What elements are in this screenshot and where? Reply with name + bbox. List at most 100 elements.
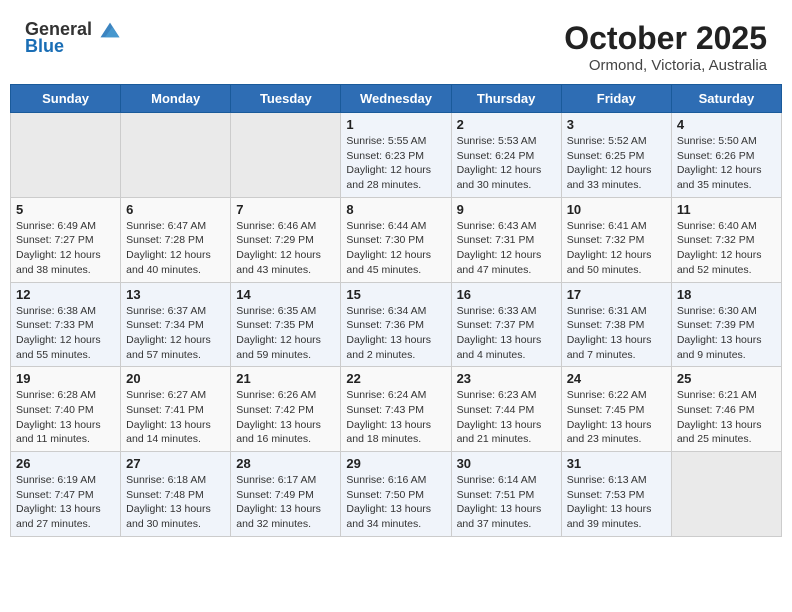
day-number: 18 [677,287,776,302]
day-number: 3 [567,117,666,132]
calendar-cell: 24 Sunrise: 6:22 AMSunset: 7:45 PMDayligh… [561,367,671,452]
day-info: Sunrise: 6:43 AMSunset: 7:31 PMDaylight:… [457,219,556,278]
calendar-cell: 2 Sunrise: 5:53 AMSunset: 6:24 PMDaylight… [451,113,561,198]
day-number: 26 [16,456,115,471]
day-info: Sunrise: 6:47 AMSunset: 7:28 PMDaylight:… [126,219,225,278]
day-number: 30 [457,456,556,471]
calendar-cell: 8Sunrise: 6:44 AMSunset: 7:30 PMDaylight… [341,197,451,282]
day-info: Sunrise: 5:52 AMSunset: 6:25 PMDaylight:… [567,134,666,193]
logo-blue-text [92,19,121,39]
calendar-week-row: 26 Sunrise: 6:19 AMSunset: 7:47 PMDayligh… [11,452,782,537]
day-number: 12 [16,287,115,302]
day-info: Sunrise: 6:33 AMSunset: 7:37 PMDaylight:… [457,304,556,363]
col-header-saturday: Saturday [671,85,781,113]
day-info: Sunrise: 6:34 AMSunset: 7:36 PMDaylight:… [346,304,445,363]
calendar-week-row: 12 Sunrise: 6:38 AMSunset: 7:33 PMDayligh… [11,282,782,367]
day-info: Sunrise: 5:53 AMSunset: 6:24 PMDaylight:… [457,134,556,193]
day-number: 5 [16,202,115,217]
calendar-cell: 11Sunrise: 6:40 AMSunset: 7:32 PMDayligh… [671,197,781,282]
day-info: Sunrise: 6:17 AMSunset: 7:49 PMDaylight:… [236,473,335,532]
calendar-cell [11,113,121,198]
day-info: Sunrise: 6:16 AMSunset: 7:50 PMDaylight:… [346,473,445,532]
day-info: Sunrise: 6:49 AMSunset: 7:27 PMDaylight:… [16,219,115,278]
calendar-cell: 31 Sunrise: 6:13 AMSunset: 7:53 PMDayligh… [561,452,671,537]
calendar-week-row: 19Sunrise: 6:28 AMSunset: 7:40 PMDayligh… [11,367,782,452]
day-number: 6 [126,202,225,217]
title-block: October 2025 Ormond, Victoria, Australia [564,20,767,74]
day-info: Sunrise: 6:22 AMSunset: 7:45 PMDaylight:… [567,388,666,447]
calendar-week-row: 1 Sunrise: 5:55 AMSunset: 6:23 PMDaylight… [11,113,782,198]
day-info: Sunrise: 6:18 AMSunset: 7:48 PMDaylight:… [126,473,225,532]
day-number: 7 [236,202,335,217]
day-number: 25 [677,371,776,386]
page-header: General Blue October 2025 Ormond, Victor… [10,10,782,79]
day-info: Sunrise: 6:24 AMSunset: 7:43 PMDaylight:… [346,388,445,447]
calendar-cell: 25 Sunrise: 6:21 AMSunset: 7:46 PMDayligh… [671,367,781,452]
day-info: Sunrise: 5:50 AMSunset: 6:26 PMDaylight:… [677,134,776,193]
calendar-cell: 16 Sunrise: 6:33 AMSunset: 7:37 PMDayligh… [451,282,561,367]
day-number: 22 [346,371,445,386]
calendar-cell: 27 Sunrise: 6:18 AMSunset: 7:48 PMDayligh… [121,452,231,537]
day-number: 16 [457,287,556,302]
calendar-week-row: 5 Sunrise: 6:49 AMSunset: 7:27 PMDaylight… [11,197,782,282]
col-header-thursday: Thursday [451,85,561,113]
calendar-cell: 28 Sunrise: 6:17 AMSunset: 7:49 PMDayligh… [231,452,341,537]
calendar-cell: 23 Sunrise: 6:23 AMSunset: 7:44 PMDayligh… [451,367,561,452]
day-info: Sunrise: 6:37 AMSunset: 7:34 PMDaylight:… [126,304,225,363]
col-header-monday: Monday [121,85,231,113]
day-info: Sunrise: 6:44 AMSunset: 7:30 PMDaylight:… [346,219,445,278]
day-number: 13 [126,287,225,302]
day-number: 10 [567,202,666,217]
day-number: 9 [457,202,556,217]
day-number: 31 [567,456,666,471]
day-number: 21 [236,371,335,386]
day-number: 2 [457,117,556,132]
day-info: Sunrise: 6:35 AMSunset: 7:35 PMDaylight:… [236,304,335,363]
logo: General Blue [25,20,121,57]
col-header-friday: Friday [561,85,671,113]
calendar-cell: 6 Sunrise: 6:47 AMSunset: 7:28 PMDaylight… [121,197,231,282]
day-number: 24 [567,371,666,386]
calendar-cell: 22 Sunrise: 6:24 AMSunset: 7:43 PMDayligh… [341,367,451,452]
calendar-cell: 3 Sunrise: 5:52 AMSunset: 6:25 PMDaylight… [561,113,671,198]
day-info: Sunrise: 6:40 AMSunset: 7:32 PMDaylight:… [677,219,776,278]
calendar-cell [231,113,341,198]
col-header-sunday: Sunday [11,85,121,113]
calendar-cell: 29 Sunrise: 6:16 AMSunset: 7:50 PMDayligh… [341,452,451,537]
day-number: 4 [677,117,776,132]
day-number: 23 [457,371,556,386]
day-info: Sunrise: 6:23 AMSunset: 7:44 PMDaylight:… [457,388,556,447]
calendar-cell: 10 Sunrise: 6:41 AMSunset: 7:32 PMDayligh… [561,197,671,282]
day-number: 19 [16,371,115,386]
calendar-cell: 1 Sunrise: 5:55 AMSunset: 6:23 PMDaylight… [341,113,451,198]
day-info: Sunrise: 6:31 AMSunset: 7:38 PMDaylight:… [567,304,666,363]
col-header-wednesday: Wednesday [341,85,451,113]
calendar-cell: 26 Sunrise: 6:19 AMSunset: 7:47 PMDayligh… [11,452,121,537]
calendar-cell: 19Sunrise: 6:28 AMSunset: 7:40 PMDayligh… [11,367,121,452]
day-number: 17 [567,287,666,302]
day-number: 1 [346,117,445,132]
calendar-cell: 15 Sunrise: 6:34 AMSunset: 7:36 PMDayligh… [341,282,451,367]
day-number: 27 [126,456,225,471]
day-info: Sunrise: 6:30 AMSunset: 7:39 PMDaylight:… [677,304,776,363]
day-info: Sunrise: 6:21 AMSunset: 7:46 PMDaylight:… [677,388,776,447]
calendar-cell: 7Sunrise: 6:46 AMSunset: 7:29 PMDaylight… [231,197,341,282]
calendar-cell [671,452,781,537]
calendar-cell: 4 Sunrise: 5:50 AMSunset: 6:26 PMDaylight… [671,113,781,198]
day-info: Sunrise: 6:27 AMSunset: 7:41 PMDaylight:… [126,388,225,447]
day-number: 28 [236,456,335,471]
calendar-cell: 9 Sunrise: 6:43 AMSunset: 7:31 PMDaylight… [451,197,561,282]
calendar-cell [121,113,231,198]
calendar-cell: 5 Sunrise: 6:49 AMSunset: 7:27 PMDaylight… [11,197,121,282]
day-number: 20 [126,371,225,386]
day-info: Sunrise: 6:14 AMSunset: 7:51 PMDaylight:… [457,473,556,532]
day-info: Sunrise: 6:41 AMSunset: 7:32 PMDaylight:… [567,219,666,278]
day-info: Sunrise: 6:19 AMSunset: 7:47 PMDaylight:… [16,473,115,532]
day-number: 29 [346,456,445,471]
day-info: Sunrise: 5:55 AMSunset: 6:23 PMDaylight:… [346,134,445,193]
day-number: 15 [346,287,445,302]
day-info: Sunrise: 6:38 AMSunset: 7:33 PMDaylight:… [16,304,115,363]
calendar-table: SundayMondayTuesdayWednesdayThursdayFrid… [10,84,782,537]
month-title: October 2025 [564,20,767,57]
day-info: Sunrise: 6:13 AMSunset: 7:53 PMDaylight:… [567,473,666,532]
